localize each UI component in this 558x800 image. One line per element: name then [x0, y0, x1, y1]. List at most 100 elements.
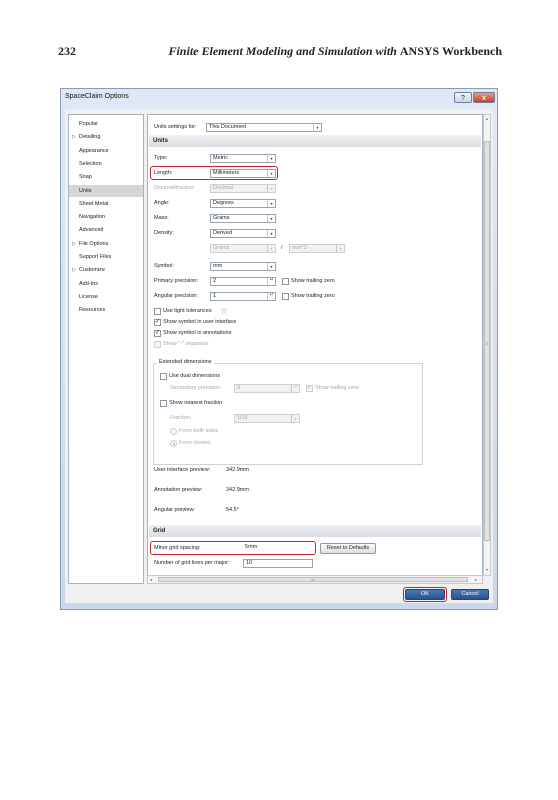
expand-arrow-icon[interactable]: ▷ [72, 264, 76, 276]
secondary-precision-stepper[interactable]: 3 ▴▾ [234, 384, 300, 393]
nav-item-selection[interactable]: Selection [69, 158, 143, 170]
expand-arrow-icon[interactable]: ▷ [72, 238, 76, 250]
secondary-precision-label: Secondary precision: [170, 385, 222, 391]
dual-dimensions-checkbox[interactable] [160, 373, 167, 380]
angular-preview-label: Angular preview: [154, 507, 195, 513]
density-volume-value: mm^3 [292, 245, 307, 251]
minor-grid-highlight-box [150, 541, 316, 555]
nav-item-advanced[interactable]: Advanced [69, 224, 143, 236]
scroll-down-icon[interactable]: ▾ [484, 567, 490, 572]
fraction-select[interactable]: 1/16 ▾ [234, 414, 300, 423]
spin-arrows-icon[interactable]: ▴▾ [267, 292, 275, 300]
angle-value: Degrees [213, 200, 234, 206]
nav-item-popular[interactable]: Popular [69, 118, 143, 130]
secondary-precision-value: 3 [237, 385, 241, 391]
nav-item-appearance[interactable]: Appearance [69, 145, 143, 157]
density-volume-select[interactable]: mm^3 ▾ [289, 244, 345, 253]
page-number: 232 [58, 44, 76, 58]
units-section-header: Units [149, 135, 481, 147]
units-for-select[interactable]: This Document ▾ [206, 123, 322, 132]
primary-precision-stepper[interactable]: 2 ▴▾ [210, 277, 276, 286]
nav-item-support-files[interactable]: Support Files [69, 251, 143, 263]
major-grid-input[interactable]: 10 [243, 559, 313, 568]
scroll-left-icon[interactable]: ◂ [150, 577, 152, 582]
density-label: Density: [154, 230, 174, 236]
chevron-down-icon: ▾ [267, 185, 275, 192]
scroll-up-icon[interactable]: ▴ [484, 116, 490, 121]
spin-arrows-icon[interactable]: ▴▾ [267, 277, 275, 285]
nav-item-license[interactable]: License [69, 291, 143, 303]
info-icon[interactable]: ⓘ [221, 307, 227, 316]
type-select[interactable]: Metric ▾ [210, 154, 276, 163]
chevron-down-icon: ▾ [267, 215, 275, 222]
nav-item-label: Support Files [79, 254, 112, 260]
window-title: SpaceClaim Options [65, 93, 129, 100]
nav-item-resources[interactable]: Resources [69, 304, 143, 316]
separator-checkbox[interactable] [154, 341, 161, 348]
nav-item-navigation[interactable]: Navigation [69, 211, 143, 223]
major-grid-value: 10 [246, 560, 253, 566]
symbol-annotations-checkbox[interactable]: ✓ [154, 330, 161, 337]
chevron-down-icon: ▾ [267, 200, 275, 207]
nav-item-label: Navigation [79, 214, 105, 221]
nav-item-label: Popular [79, 121, 98, 127]
nav-item-sheet-metal[interactable]: Sheet Metal [69, 198, 143, 210]
from-closest-radio[interactable] [170, 440, 177, 447]
density-select[interactable]: Derived ▾ [210, 229, 276, 238]
from-both-sides-label: From both sides [179, 428, 219, 434]
angle-select[interactable]: Degrees ▾ [210, 199, 276, 208]
primary-precision-value: 2 [213, 278, 217, 284]
scroll-right-icon[interactable]: ▸ [475, 577, 477, 582]
decimal-fraction-value: Decimal [213, 185, 233, 191]
horizontal-scroll-thumb[interactable]: III [158, 577, 468, 582]
symbol-ui-checkbox[interactable]: ✓ [154, 319, 161, 326]
mass-select[interactable]: Grams ▾ [210, 214, 276, 223]
units-settings-pane: Units settings for: This Document ▾ Units… [147, 114, 483, 576]
dialog-client: Popular ▷ Detailing Appearance Selection Snap… [65, 109, 493, 603]
nav-item-detailing[interactable]: ▷ Detailing [69, 131, 143, 143]
density-mass-select[interactable]: Grams ▾ [210, 244, 276, 253]
chevron-down-icon: ▾ [336, 245, 344, 252]
horizontal-scrollbar[interactable]: ◂ III ▸ [147, 575, 483, 584]
symbol-annotations-label: Show symbol in annotations [163, 330, 232, 336]
chevron-down-icon: ▾ [267, 245, 275, 252]
vertical-scrollbar[interactable]: ▴ ≡ ▾ [483, 114, 491, 576]
from-closest-label: From closest [179, 440, 211, 446]
nav-item-snap[interactable]: Snap [69, 171, 143, 183]
secondary-trailing-zero-checkbox[interactable]: ✓ [306, 385, 313, 392]
spin-arrows-icon[interactable]: ▴▾ [291, 384, 299, 392]
nearest-fraction-checkbox[interactable] [160, 400, 167, 407]
type-value: Metric [213, 155, 228, 161]
tight-tolerances-checkbox[interactable] [154, 308, 161, 315]
units-for-value: This Document [209, 124, 246, 130]
options-dialog: SpaceClaim Options ? x Popular ▷ Detailing… [60, 88, 498, 610]
expand-arrow-icon[interactable]: ▷ [72, 131, 76, 143]
mass-value: Grams [213, 215, 230, 221]
density-slash: / [281, 245, 283, 251]
angular-preview-value: 54.5° [226, 507, 239, 513]
symbol-select[interactable]: mm ▾ [210, 262, 276, 271]
close-button[interactable]: x [473, 92, 495, 103]
from-both-sides-radio[interactable] [170, 428, 177, 435]
cancel-button[interactable]: Cancel [451, 589, 489, 600]
angular-trailing-zero-checkbox[interactable] [282, 293, 289, 300]
nav-item-customize[interactable]: ▷ Customize [69, 264, 143, 276]
help-button[interactable]: ? [454, 92, 472, 103]
nav-item-label: License [79, 293, 98, 300]
nav-item-label: Units [79, 187, 92, 194]
reset-defaults-button[interactable]: Reset to Defaults [320, 543, 376, 554]
nav-item-add-ins[interactable]: Add-Ins [69, 278, 143, 290]
nav-item-units[interactable]: Units [69, 184, 143, 197]
decimal-fraction-select[interactable]: Decimal ▾ [210, 184, 276, 193]
angular-precision-label: Angular precision: [154, 293, 199, 299]
nav-item-label: Sheet Metal [79, 200, 109, 207]
major-grid-label: Number of grid lines per major: [154, 560, 230, 566]
book-title-italic: Finite Element Modeling and Simulation w… [168, 44, 397, 58]
book-title: Finite Element Modeling and Simulation w… [168, 44, 502, 59]
type-label: Type: [154, 155, 168, 161]
density-mass-value: Grams [213, 245, 230, 251]
nav-item-label: Detailing [79, 134, 101, 141]
angular-precision-stepper[interactable]: 1 ▴▾ [210, 292, 276, 301]
primary-trailing-zero-checkbox[interactable] [282, 278, 289, 285]
nav-item-file-options[interactable]: ▷ File Options [69, 238, 143, 250]
